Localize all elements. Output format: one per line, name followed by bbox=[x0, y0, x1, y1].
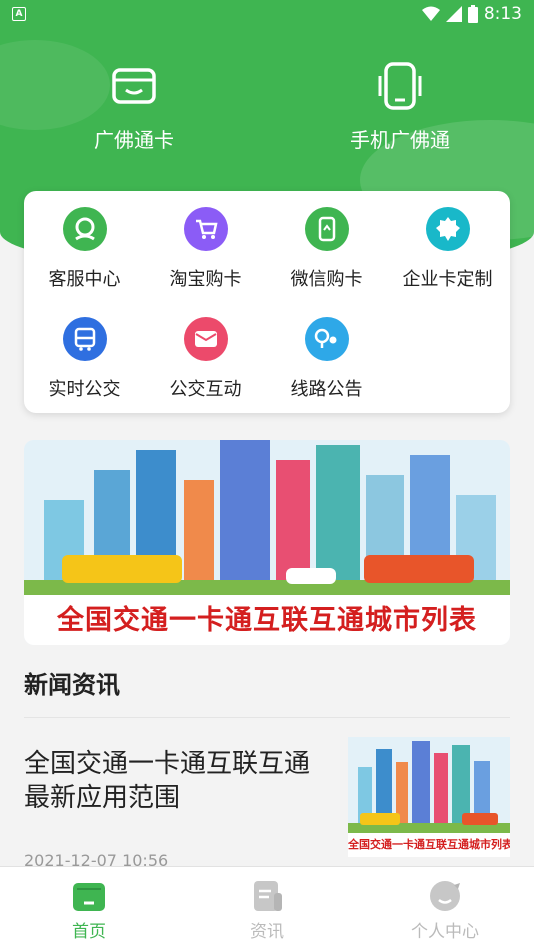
status-bar: A 8:13 bbox=[0, 0, 534, 28]
mobile-guangfo-button[interactable]: 手机广佛通 bbox=[300, 62, 500, 153]
wechat-phone-icon bbox=[304, 207, 349, 251]
service-label: 公交互动 bbox=[169, 379, 242, 400]
news-icon bbox=[250, 879, 284, 913]
wifi-icon bbox=[421, 6, 440, 21]
promo-banner[interactable]: 全国交通一卡通互联互通城市列表 bbox=[24, 440, 510, 645]
bus-icon bbox=[62, 317, 107, 361]
news-title: 全国交通一卡通互联互通最新应用范围 bbox=[24, 749, 311, 813]
service-label: 实时公交 bbox=[48, 379, 121, 400]
home-icon bbox=[72, 879, 106, 913]
service-panel: 客服中心 淘宝购卡 微信购卡 企业卡定制 实时公交 公交互动 线路公告 bbox=[24, 191, 510, 413]
service-label: 客服中心 bbox=[48, 269, 121, 290]
service-label: 微信购卡 bbox=[290, 269, 363, 290]
signal-icon bbox=[445, 6, 462, 22]
customer-service-icon bbox=[62, 207, 107, 251]
service-taobao-card[interactable]: 淘宝购卡 bbox=[145, 207, 266, 291]
service-label: 企业卡定制 bbox=[402, 269, 493, 290]
news-list-item[interactable]: 全国交通一卡通互联互通最新应用范围 2021-12-07 10:56 全国交通一… bbox=[24, 737, 510, 870]
service-label: 线路公告 bbox=[290, 379, 363, 400]
phone-icon bbox=[376, 62, 424, 110]
service-label: 淘宝购卡 bbox=[169, 269, 242, 290]
divider bbox=[24, 717, 510, 718]
thumbnail-caption: 全国交通一卡通互联互通城市列表 bbox=[348, 833, 510, 857]
bottom-tab-bar: 首页 资讯 个人中心 bbox=[0, 866, 534, 951]
service-bus-interaction[interactable]: 公交互动 bbox=[145, 317, 266, 401]
tab-label: 个人中心 bbox=[411, 922, 479, 942]
notification-badge: A bbox=[12, 7, 26, 21]
service-customer-center[interactable]: 客服中心 bbox=[24, 207, 145, 291]
profile-icon bbox=[428, 879, 462, 913]
shopping-cart-icon bbox=[183, 207, 228, 251]
tab-profile[interactable]: 个人中心 bbox=[356, 867, 534, 951]
guangfo-card-label: 广佛通卡 bbox=[94, 128, 174, 152]
service-wechat-card[interactable]: 微信购卡 bbox=[266, 207, 387, 291]
tab-news[interactable]: 资讯 bbox=[178, 867, 356, 951]
mail-icon bbox=[183, 317, 228, 361]
service-enterprise-card[interactable]: 企业卡定制 bbox=[387, 207, 508, 291]
city-illustration bbox=[24, 440, 510, 600]
news-thumbnail: 全国交通一卡通互联互通城市列表 bbox=[348, 737, 510, 857]
service-realtime-bus[interactable]: 实时公交 bbox=[24, 317, 145, 401]
route-icon bbox=[304, 317, 349, 361]
service-route-notice[interactable]: 线路公告 bbox=[266, 317, 387, 401]
enterprise-icon bbox=[425, 207, 470, 251]
thumbnail-city-illustration bbox=[348, 737, 510, 833]
news-section-title: 新闻资讯 bbox=[24, 671, 120, 699]
status-icons: 8:13 bbox=[421, 4, 522, 24]
battery-icon bbox=[467, 5, 478, 23]
clock: 8:13 bbox=[483, 4, 522, 24]
tab-label: 首页 bbox=[72, 922, 106, 942]
tab-label: 资讯 bbox=[250, 922, 284, 942]
mobile-guangfo-label: 手机广佛通 bbox=[350, 128, 450, 152]
banner-caption: 全国交通一卡通互联互通城市列表 bbox=[24, 595, 510, 645]
guangfo-card-button[interactable]: 广佛通卡 bbox=[34, 62, 234, 153]
card-icon bbox=[110, 62, 158, 110]
tab-home[interactable]: 首页 bbox=[0, 867, 178, 951]
